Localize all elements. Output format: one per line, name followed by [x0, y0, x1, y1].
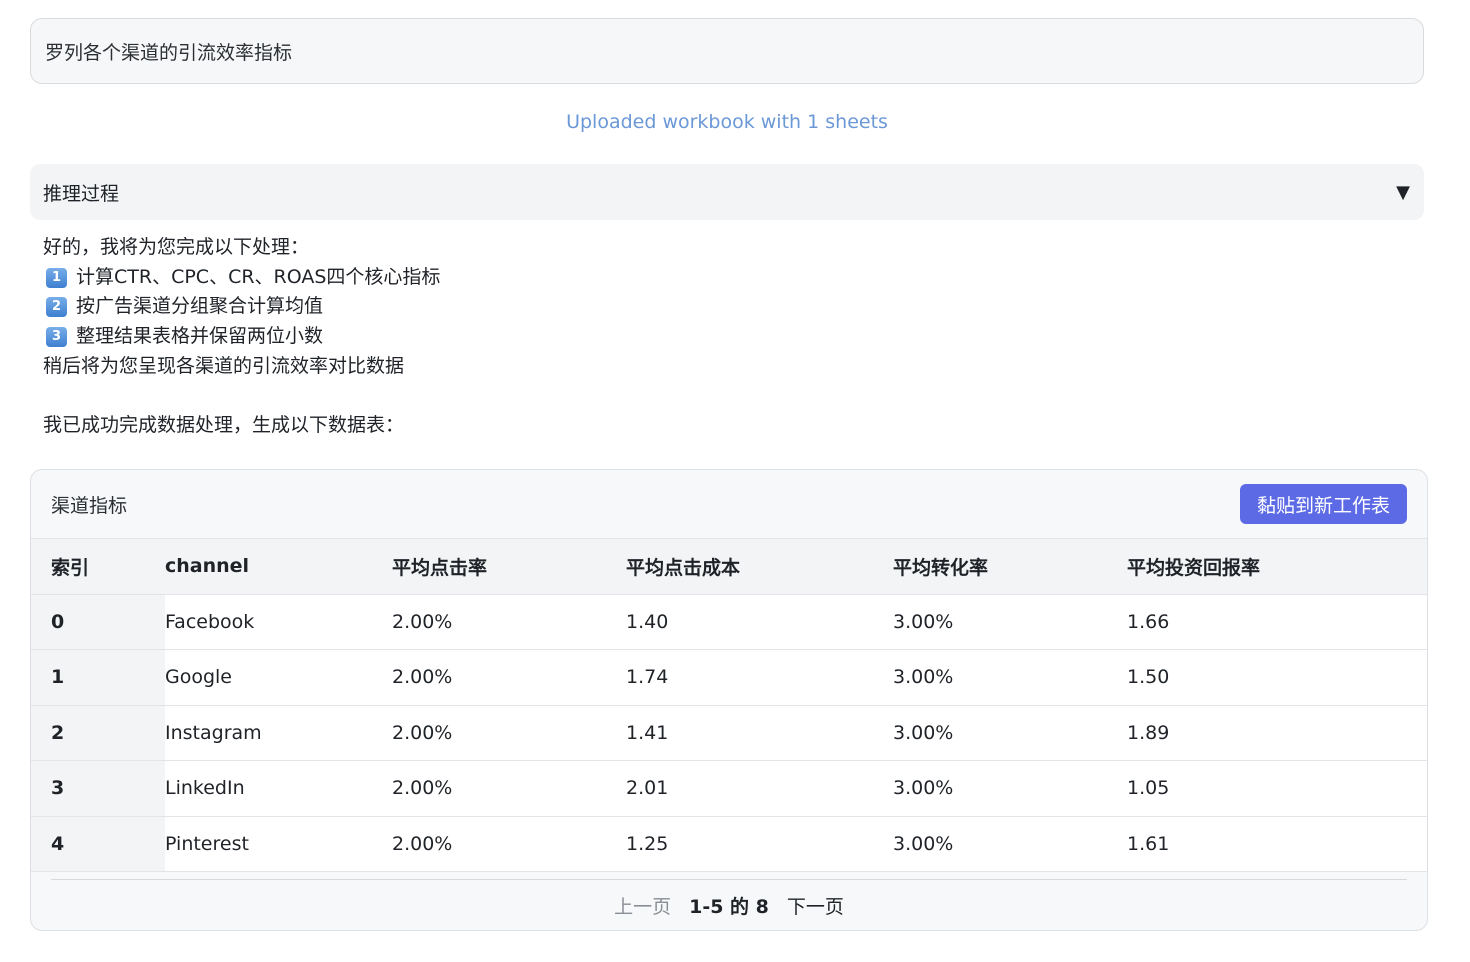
reasoning-toggle[interactable]: 推理过程 ▼ — [30, 164, 1424, 220]
table-card-header: 渠道指标 黏贴到新工作表 — [31, 470, 1427, 539]
table-cell: 2.00% — [392, 816, 626, 872]
result-table-card: 渠道指标 黏贴到新工作表 索引 channel 平均点击率 平均点击成本 平均转… — [30, 469, 1428, 931]
pagination: 上一页 1-5 的 8 下一页 — [51, 879, 1407, 930]
answer-outro: 稍后将为您呈现各渠道的引流效率对比数据 — [43, 354, 405, 377]
next-page-button[interactable]: 下一页 — [787, 892, 844, 919]
row-index-cell: 3 — [31, 760, 165, 817]
reasoning-label: 推理过程 — [43, 182, 120, 205]
table-cell: LinkedIn — [165, 760, 392, 817]
table-cell: 2.00% — [392, 594, 626, 650]
table-cell: Pinterest — [165, 816, 392, 872]
table-cell: 1.41 — [626, 705, 893, 761]
table-cell: 3.00% — [893, 705, 1127, 761]
table-cell: 2.00% — [392, 760, 626, 817]
metrics-table: 索引 channel 平均点击率 平均点击成本 平均转化率 平均投资回报率 0 … — [31, 539, 1427, 872]
row-index-cell: 1 — [31, 649, 165, 706]
table-row: 1 Google 2.00% 1.74 3.00% 1.50 — [31, 649, 1427, 706]
row-index-cell: 4 — [31, 816, 165, 872]
table-cell: 2.01 — [626, 760, 893, 817]
column-header[interactable]: 平均转化率 — [893, 539, 1127, 595]
table-cell: 1.89 — [1127, 705, 1427, 761]
table-cell: Google — [165, 649, 392, 706]
column-header[interactable]: 索引 — [31, 539, 165, 595]
table-cell: 1.25 — [626, 816, 893, 872]
table-cell: 1.74 — [626, 649, 893, 706]
step-item: 2 按广告渠道分组聚合计算均值 — [43, 292, 1423, 322]
table-title: 渠道指标 — [51, 494, 128, 517]
table-cell: 3.00% — [893, 594, 1127, 650]
table-row: 0 Facebook 2.00% 1.40 3.00% 1.66 — [31, 594, 1427, 650]
column-header[interactable]: 平均投资回报率 — [1127, 539, 1427, 595]
table-cell: 3.00% — [893, 760, 1127, 817]
number-1-icon: 1 — [46, 267, 67, 288]
step-text: 计算CTR、CPC、CR、ROAS四个核心指标 — [76, 265, 441, 288]
row-index-cell: 2 — [31, 705, 165, 761]
table-cell: Facebook — [165, 594, 392, 650]
column-header[interactable]: 平均点击成本 — [626, 539, 893, 595]
caret-down-icon[interactable]: ▼ — [1396, 182, 1410, 203]
table-cell: 2.00% — [392, 705, 626, 761]
query-box[interactable]: 罗列各个渠道的引流效率指标 — [30, 18, 1424, 84]
table-header-row: 索引 channel 平均点击率 平均点击成本 平均转化率 平均投资回报率 — [31, 539, 1427, 595]
table-cell: 1.66 — [1127, 594, 1427, 650]
answer-intro: 好的，我将为您完成以下处理： — [43, 236, 310, 258]
table-row: 2 Instagram 2.00% 1.41 3.00% 1.89 — [31, 705, 1427, 761]
table-cell: 1.40 — [626, 594, 893, 650]
step-text: 按广告渠道分组聚合计算均值 — [76, 295, 324, 318]
paste-to-new-sheet-button[interactable]: 黏贴到新工作表 — [1239, 484, 1407, 524]
step-item: 3 整理结果表格并保留两位小数 — [43, 322, 1423, 352]
table-cell: 3.00% — [893, 816, 1127, 872]
number-2-icon: 2 — [46, 297, 67, 318]
page-range-label: 1-5 的 8 — [689, 895, 769, 918]
number-3-icon: 3 — [46, 326, 67, 347]
step-item: 1 计算CTR、CPC、CR、ROAS四个核心指标 — [43, 263, 1423, 293]
table-cell: 1.05 — [1127, 760, 1427, 817]
upload-status-note: Uploaded workbook with 1 sheets — [566, 111, 888, 133]
table-cell: 3.00% — [893, 649, 1127, 706]
assistant-answer: 好的，我将为您完成以下处理： 1 计算CTR、CPC、CR、ROAS四个核心指标… — [43, 233, 1423, 441]
table-row: 3 LinkedIn 2.00% 2.01 3.00% 1.05 — [31, 760, 1427, 817]
table-row: 4 Pinterest 2.00% 1.25 3.00% 1.61 — [31, 816, 1427, 872]
column-header[interactable]: 平均点击率 — [392, 539, 626, 595]
row-index-cell: 0 — [31, 594, 165, 650]
table-cell: 2.00% — [392, 649, 626, 706]
column-header[interactable]: channel — [165, 539, 392, 595]
query-text: 罗列各个渠道的引流效率指标 — [45, 41, 293, 64]
table-cell: 1.61 — [1127, 816, 1427, 872]
prev-page-button[interactable]: 上一页 — [614, 892, 671, 919]
table-cell: 1.50 — [1127, 649, 1427, 706]
step-text: 整理结果表格并保留两位小数 — [76, 325, 324, 348]
table-cell: Instagram — [165, 705, 392, 761]
answer-done: 我已成功完成数据处理，生成以下数据表： — [43, 414, 405, 437]
